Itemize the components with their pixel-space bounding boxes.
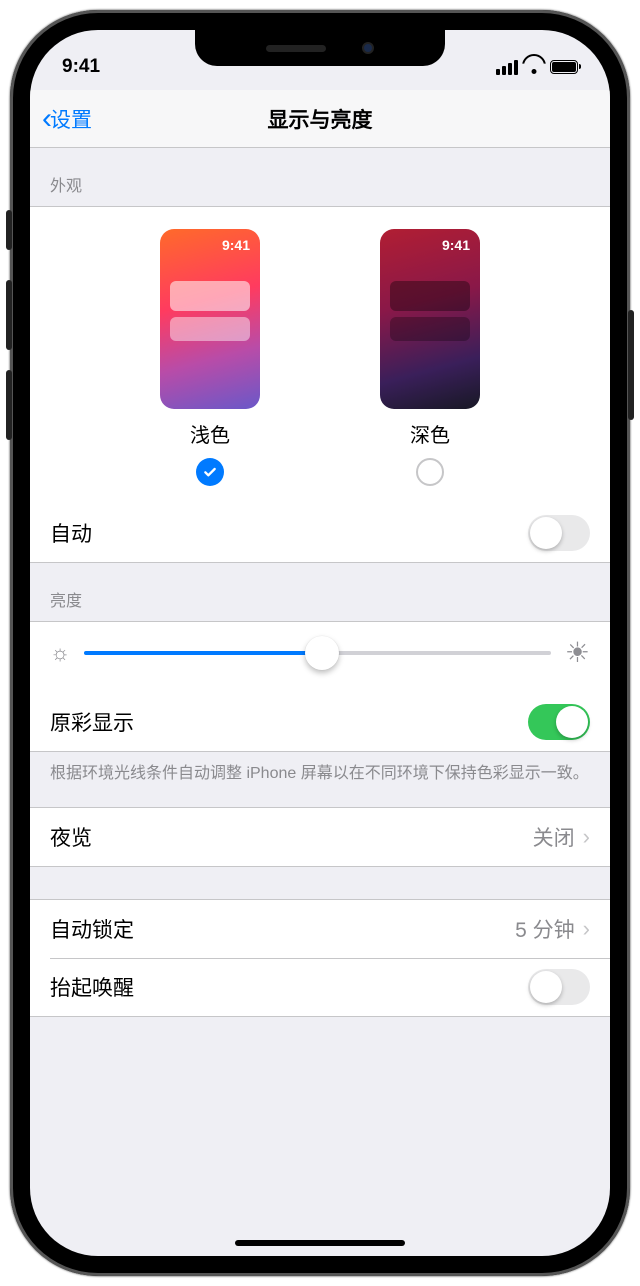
power-button — [628, 310, 634, 420]
brightness-panel: ☼ ☀ 原彩显示 — [30, 621, 610, 752]
misc-panel: 自动锁定 5 分钟 › 抬起唤醒 — [30, 899, 610, 1017]
section-header-appearance: 外观 — [30, 148, 610, 206]
appearance-chooser: 9:41 浅色 9:41 — [30, 207, 610, 504]
speaker-grill — [266, 45, 326, 52]
back-button[interactable]: ‹ 设置 — [42, 104, 92, 134]
raise-to-wake-toggle[interactable] — [528, 969, 590, 1005]
volume-up-button — [6, 280, 12, 350]
brightness-slider-knob[interactable] — [305, 636, 339, 670]
night-shift-row[interactable]: 夜览 关闭 › — [30, 808, 610, 866]
true-tone-label: 原彩显示 — [50, 707, 134, 737]
true-tone-row[interactable]: 原彩显示 — [30, 693, 610, 751]
light-mode-radio[interactable] — [196, 458, 224, 486]
mute-switch — [6, 210, 12, 250]
appearance-auto-toggle[interactable] — [528, 515, 590, 551]
appearance-mode-light[interactable]: 9:41 浅色 — [160, 229, 260, 486]
raise-to-wake-label: 抬起唤醒 — [50, 972, 134, 1002]
auto-lock-value: 5 分钟 — [515, 914, 575, 944]
dark-mode-preview: 9:41 — [380, 229, 480, 409]
night-shift-label: 夜览 — [50, 822, 92, 852]
appearance-panel: 9:41 浅色 9:41 — [30, 206, 610, 563]
dark-mode-label: 深色 — [410, 419, 450, 448]
light-mode-preview: 9:41 — [160, 229, 260, 409]
auto-lock-label: 自动锁定 — [50, 914, 134, 944]
screen: 9:41 ‹ 设置 显示与亮度 外观 9 — [30, 30, 610, 1256]
wifi-icon — [524, 60, 544, 74]
appearance-auto-row[interactable]: 自动 — [30, 504, 610, 562]
status-time: 9:41 — [62, 56, 100, 78]
back-label: 设置 — [50, 104, 92, 134]
auto-lock-row[interactable]: 自动锁定 5 分钟 › — [30, 900, 610, 958]
battery-icon — [550, 60, 578, 74]
volume-down-button — [6, 370, 12, 440]
cellular-signal-icon — [496, 60, 518, 75]
brightness-slider[interactable] — [84, 651, 551, 655]
page-title: 显示与亮度 — [268, 104, 373, 134]
nav-bar: ‹ 设置 显示与亮度 — [30, 90, 610, 148]
true-tone-footnote: 根据环境光线条件自动调整 iPhone 屏幕以在不同环境下保持色彩显示一致。 — [30, 752, 610, 807]
raise-to-wake-row[interactable]: 抬起唤醒 — [30, 958, 610, 1016]
dark-mode-radio[interactable] — [416, 458, 444, 486]
content-scroll[interactable]: 外观 9:41 浅色 — [30, 148, 610, 1256]
check-icon — [202, 464, 218, 480]
front-camera — [362, 42, 374, 54]
status-icons — [496, 60, 578, 75]
chevron-right-icon: › — [583, 824, 590, 850]
true-tone-toggle[interactable] — [528, 704, 590, 740]
brightness-slider-row: ☼ ☀ — [30, 622, 610, 693]
chevron-right-icon: › — [583, 916, 590, 942]
night-shift-panel: 夜览 关闭 › — [30, 807, 610, 867]
device-frame: 9:41 ‹ 设置 显示与亮度 外观 9 — [10, 10, 630, 1276]
home-indicator[interactable] — [235, 1240, 405, 1246]
light-mode-label: 浅色 — [190, 419, 230, 448]
appearance-mode-dark[interactable]: 9:41 深色 — [380, 229, 480, 486]
appearance-auto-label: 自动 — [50, 518, 92, 548]
brightness-low-icon: ☼ — [50, 640, 70, 666]
brightness-high-icon: ☀ — [565, 636, 590, 669]
section-header-brightness: 亮度 — [30, 563, 610, 621]
notch — [195, 30, 445, 66]
night-shift-value: 关闭 — [533, 822, 575, 852]
